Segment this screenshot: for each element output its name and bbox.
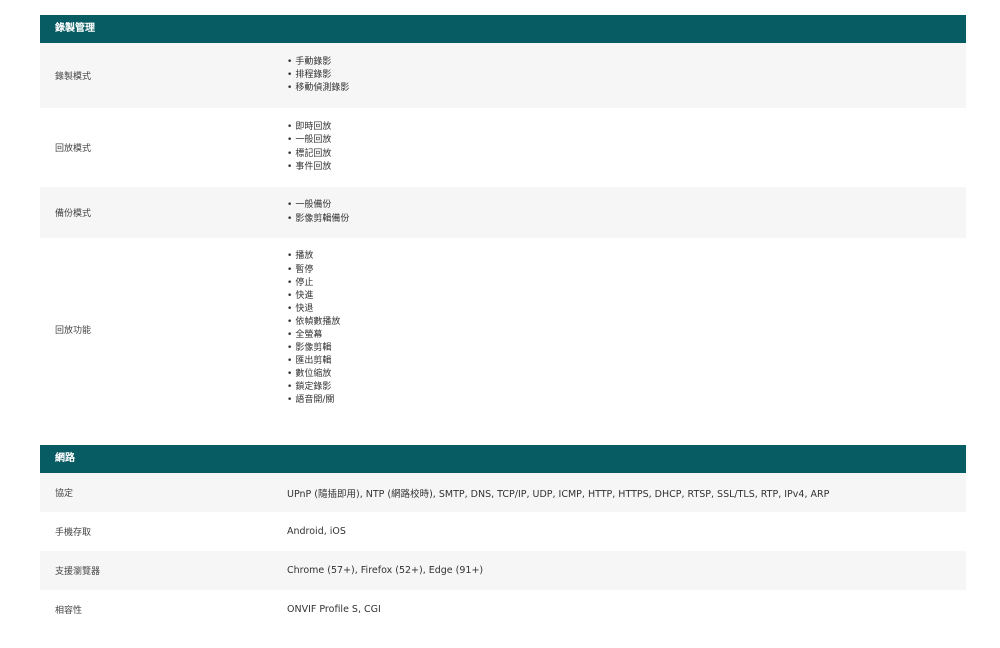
network-rows: 協定 UPnP (隨插即用), NTP (網路校時), SMTP, DNS, T… — [40, 473, 966, 629]
spec-label: 支援瀏覽器 — [55, 567, 101, 577]
recording-section: 錄製管理 錄製模式 手動錄影 排程錄影 移動偵測錄影 回放模式 即時回放 一 — [40, 15, 966, 420]
spec-list: 即時回放 一般回放 標記回放 事件回放 — [287, 121, 966, 173]
spec-row-backup-mode: 備份模式 一般備份 影像剪輯備份 — [40, 187, 966, 238]
spec-value: UPnP (隨插即用), NTP (網路校時), SMTP, DNS, TCP/… — [287, 488, 830, 500]
spec-value: 手動錄影 排程錄影 移動偵測錄影 — [273, 56, 966, 95]
list-item: 全螢幕 — [287, 329, 966, 342]
spec-value: 播放 暫停 停止 快進 快退 依幀數播放 全螢幕 影像剪輯 匯出剪輯 數位縮放 … — [273, 250, 966, 407]
spec-row-playback-functions: 回放功能 播放 暫停 停止 快進 快退 依幀數播放 全螢幕 影像剪輯 匯出剪輯 … — [40, 238, 966, 420]
recording-rows: 錄製模式 手動錄影 排程錄影 移動偵測錄影 回放模式 即時回放 一般回放 標記回… — [40, 43, 966, 420]
spec-label: 相容性 — [55, 606, 83, 616]
spec-label: 錄製模式 — [55, 72, 92, 82]
spec-list: 手動錄影 排程錄影 移動偵測錄影 — [287, 56, 966, 95]
list-item: 移動偵測錄影 — [287, 82, 966, 95]
list-item: 標記回放 — [287, 148, 966, 161]
spec-row-browsers: 支援瀏覽器 Chrome (57+), Firefox (52+), Edge … — [40, 551, 966, 590]
list-item: 匯出剪輯 — [287, 355, 966, 368]
network-section: 網路 協定 UPnP (隨插即用), NTP (網路校時), SMTP, DNS… — [40, 445, 966, 629]
section-title-network: 網路 — [40, 445, 966, 473]
spec-row-recording-mode: 錄製模式 手動錄影 排程錄影 移動偵測錄影 — [40, 43, 966, 108]
spec-value: 即時回放 一般回放 標記回放 事件回放 — [273, 121, 966, 173]
spec-label: 手機存取 — [55, 528, 92, 538]
list-item: 快退 — [287, 303, 966, 316]
spec-label: 回放功能 — [55, 325, 92, 336]
spec-value: 一般備份 影像剪輯備份 — [273, 199, 966, 225]
list-item: 暫停 — [287, 264, 966, 277]
section-title-recording: 錄製管理 — [40, 15, 966, 43]
spec-label: 備份模式 — [55, 209, 92, 219]
list-item: 一般回放 — [287, 134, 966, 147]
spec-value: Android, iOS — [287, 526, 346, 537]
spec-list: 一般備份 影像剪輯備份 — [287, 199, 966, 225]
list-item: 鎖定錄影 — [287, 381, 966, 394]
list-item: 依幀數播放 — [287, 316, 966, 329]
list-item: 事件回放 — [287, 161, 966, 174]
list-item: 排程錄影 — [287, 69, 966, 82]
list-item: 數位縮放 — [287, 368, 966, 381]
list-item: 即時回放 — [287, 121, 966, 134]
spec-row-mobile-access: 手機存取 Android, iOS — [40, 512, 966, 551]
spec-label: 回放模式 — [55, 144, 92, 154]
spec-row-compatibility: 相容性 ONVIF Profile S, CGI — [40, 590, 966, 629]
spec-list: 播放 暫停 停止 快進 快退 依幀數播放 全螢幕 影像剪輯 匯出剪輯 數位縮放 … — [287, 250, 966, 407]
list-item: 影像剪輯備份 — [287, 213, 966, 226]
spec-label: 協定 — [55, 489, 74, 499]
spec-page: 錄製管理 錄製模式 手動錄影 排程錄影 移動偵測錄影 回放模式 即時回放 一 — [0, 0, 1000, 648]
spec-value: ONVIF Profile S, CGI — [287, 604, 381, 615]
spec-row-protocols: 協定 UPnP (隨插即用), NTP (網路校時), SMTP, DNS, T… — [40, 473, 966, 512]
list-item: 手動錄影 — [287, 56, 966, 69]
spec-row-playback-mode: 回放模式 即時回放 一般回放 標記回放 事件回放 — [40, 108, 966, 187]
list-item: 一般備份 — [287, 199, 966, 212]
list-item: 播放 — [287, 250, 966, 263]
list-item: 停止 — [287, 277, 966, 290]
list-item: 影像剪輯 — [287, 342, 966, 355]
list-item: 快進 — [287, 290, 966, 303]
spec-value: Chrome (57+), Firefox (52+), Edge (91+) — [287, 565, 484, 576]
list-item: 語音開/關 — [287, 394, 966, 407]
